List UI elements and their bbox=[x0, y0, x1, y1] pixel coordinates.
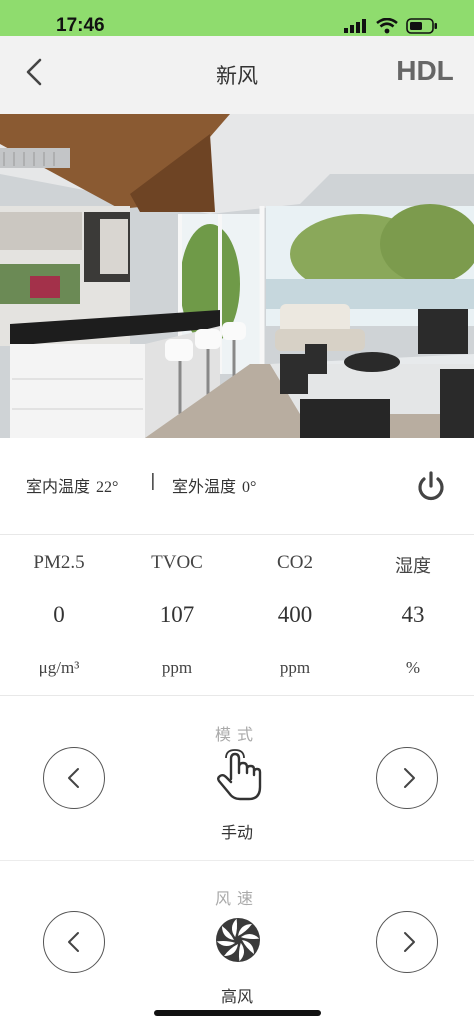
outdoor-temperature: 室外温度 0° bbox=[172, 473, 256, 497]
mode-next-button[interactable] bbox=[376, 747, 438, 809]
status-bar: 17:46 bbox=[0, 0, 474, 36]
chevron-left-icon bbox=[68, 932, 79, 952]
status-time: 17:46 bbox=[56, 15, 105, 36]
mode-control: 模式 手动 bbox=[0, 697, 474, 861]
brand-logo-text: HDL bbox=[396, 55, 454, 85]
air-metric-value: 400 bbox=[277, 602, 313, 627]
air-metric-unit: μg/m³ bbox=[38, 658, 80, 677]
temperature-separator: | bbox=[150, 471, 156, 491]
air-metric-unit: ppm bbox=[161, 658, 193, 677]
home-indicator[interactable] bbox=[154, 1010, 321, 1016]
air-metric-co2: CO2 400 ppm bbox=[236, 536, 354, 696]
air-metric-label: 湿度 bbox=[395, 556, 431, 577]
fan-speed-prev-button[interactable] bbox=[43, 911, 105, 973]
fan-speed-control: 风速 高风 bbox=[0, 861, 474, 1025]
room-photo bbox=[0, 114, 474, 438]
air-metric-pm25: PM2.5 0 μg/m³ bbox=[0, 536, 118, 696]
power-button[interactable] bbox=[414, 470, 448, 504]
air-metric-label: TVOC bbox=[151, 552, 203, 573]
chevron-left-icon bbox=[68, 768, 79, 788]
mode-title: 模式 bbox=[214, 725, 259, 744]
air-metric-value: 0 bbox=[53, 602, 65, 627]
battery-icon bbox=[406, 18, 437, 34]
fan-speed-next-button[interactable] bbox=[376, 911, 438, 973]
air-quality-panel: PM2.5 0 μg/m³ TVOC 107 ppm CO2 400 ppm 湿… bbox=[0, 536, 474, 696]
status-icons bbox=[344, 18, 438, 34]
outdoor-temperature-value: 0° bbox=[242, 479, 257, 496]
air-metric-unit: ppm bbox=[279, 658, 311, 677]
chevron-right-icon bbox=[404, 768, 415, 788]
indoor-temperature: 室内温度 22° bbox=[26, 473, 118, 497]
air-metric-tvoc: TVOC 107 ppm bbox=[118, 536, 236, 696]
nav-bar: 新风 HDL bbox=[0, 36, 474, 114]
fan-icon bbox=[216, 918, 260, 962]
fan-speed-title: 风速 bbox=[214, 889, 259, 908]
mode-prev-button[interactable] bbox=[43, 747, 105, 809]
brand-logo: HDL bbox=[396, 55, 454, 85]
temperature-row: 室内温度 22° | 室外温度 0° bbox=[0, 438, 474, 535]
signal-icon bbox=[344, 19, 366, 33]
fan-speed-value: 高风 bbox=[220, 987, 253, 1006]
outdoor-temperature-label: 室外温度 bbox=[172, 477, 237, 496]
power-icon bbox=[418, 471, 444, 501]
hand-pointer-icon bbox=[217, 749, 262, 801]
chevron-right-icon bbox=[404, 932, 415, 952]
air-metric-value: 107 bbox=[159, 602, 195, 627]
wifi-icon bbox=[376, 18, 398, 34]
mode-value: 手动 bbox=[220, 823, 253, 842]
air-metric-unit: % bbox=[405, 658, 421, 677]
air-metric-label: CO2 bbox=[277, 552, 313, 573]
air-metric-value: 43 bbox=[401, 602, 425, 627]
air-metric-label: PM2.5 bbox=[33, 552, 85, 573]
indoor-temperature-value: 22° bbox=[96, 479, 119, 496]
air-metric-humidity: 湿度 43 % bbox=[354, 536, 472, 696]
indoor-temperature-label: 室内温度 bbox=[26, 477, 91, 496]
